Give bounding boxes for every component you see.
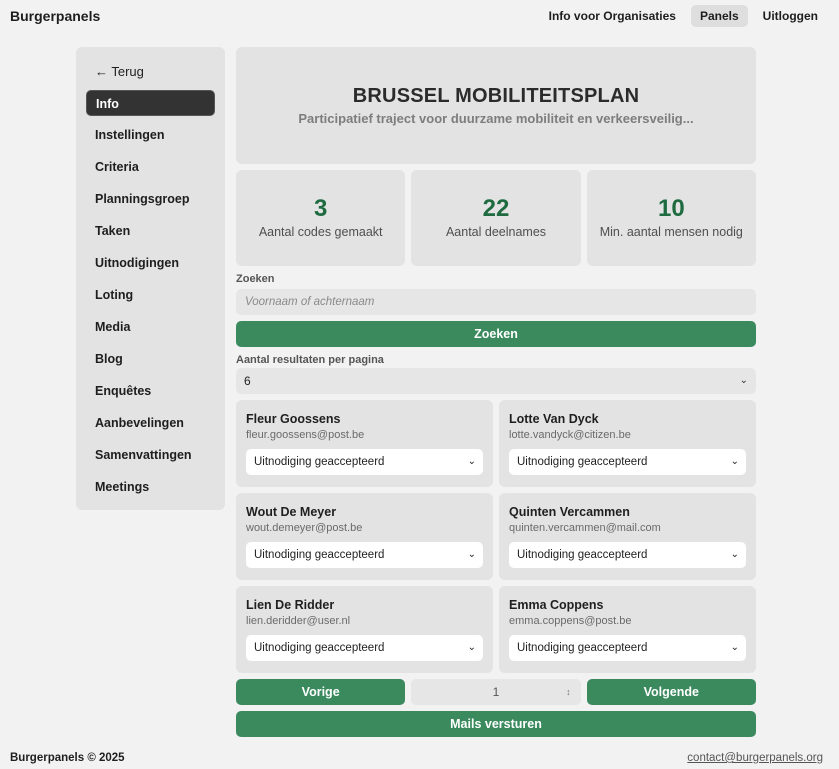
panel-header: BRUSSEL MOBILITEITSPLAN Participatief tr… [236, 47, 756, 164]
stat-value: 22 [482, 195, 510, 222]
participant-name: Lien De Ridder [246, 598, 335, 612]
participant-card: Fleur Goossens fleur.goossens@post.be Ui… [236, 400, 493, 487]
main-content: BRUSSEL MOBILITEITSPLAN Participatief tr… [236, 47, 756, 737]
participant-card: Wout De Meyer wout.demeyer@post.be Uitno… [236, 493, 493, 580]
brand-logo-text[interactable]: Burgerpanels [10, 8, 100, 24]
footer-contact-link[interactable]: contact@burgerpanels.org [687, 752, 823, 764]
participant-status-select[interactable]: Uitnodiging geaccepteerd ⌄ [509, 542, 746, 568]
page-title: BRUSSEL MOBILITEITSPLAN [352, 85, 640, 107]
stat-card-codes: 3 Aantal codes gemaakt [236, 170, 406, 266]
sidebar-item-uitnodigingen[interactable]: Uitnodigingen [86, 250, 215, 276]
search-button[interactable]: Zoeken [236, 321, 756, 347]
status-value: Uitnodiging geaccepteerd [517, 456, 648, 468]
search-label: Zoeken [236, 273, 275, 285]
participant-email: emma.coppens@post.be [509, 615, 632, 627]
chevron-down-icon: ⌄ [730, 456, 739, 467]
spinner-icon[interactable]: ↕ [566, 679, 571, 705]
stat-label: Min. aantal mensen nodig [599, 225, 743, 239]
nav-info-organisaties[interactable]: Info voor Organisaties [540, 5, 685, 27]
stat-value: 3 [313, 195, 328, 222]
participant-card: Quinten Vercammen quinten.vercammen@mail… [499, 493, 756, 580]
status-value: Uitnodiging geaccepteerd [517, 549, 648, 561]
pagination: Vorige 1 ↕ Volgende [236, 679, 756, 705]
sidebar-item-taken[interactable]: Taken [86, 218, 215, 244]
status-value: Uitnodiging geaccepteerd [254, 549, 385, 561]
participant-name: Quinten Vercammen [509, 505, 630, 519]
participant-status-select[interactable]: Uitnodiging geaccepteerd ⌄ [246, 542, 483, 568]
per-page-select[interactable]: 6 ⌄ [236, 368, 756, 394]
back-link[interactable]: ← Terug [86, 59, 215, 85]
sidebar-item-meetings[interactable]: Meetings [86, 474, 215, 500]
participant-name: Emma Coppens [509, 598, 604, 612]
status-value: Uitnodiging geaccepteerd [254, 642, 385, 654]
participant-card: Lien De Ridder lien.deridder@user.nl Uit… [236, 586, 493, 673]
sidebar-item-aanbevelingen[interactable]: Aanbevelingen [86, 410, 215, 436]
participant-name: Lotte Van Dyck [509, 412, 599, 426]
participant-grid: Fleur Goossens fleur.goossens@post.be Ui… [236, 400, 756, 673]
participant-status-select[interactable]: Uitnodiging geaccepteerd ⌄ [246, 635, 483, 661]
participant-email: quinten.vercammen@mail.com [509, 522, 661, 534]
sidebar-item-media[interactable]: Media [86, 314, 215, 340]
participant-card: Lotte Van Dyck lotte.vandyck@citizen.be … [499, 400, 756, 487]
sidebar-item-planningsgroep[interactable]: Planningsgroep [86, 186, 215, 212]
footer-copyright: Burgerpanels © 2025 [10, 752, 125, 764]
top-bar: Burgerpanels Info voor Organisaties Pane… [0, 0, 839, 32]
chevron-down-icon: ⌄ [467, 642, 476, 653]
nav-panels[interactable]: Panels [690, 5, 748, 27]
stat-card-min-mensen: 10 Min. aantal mensen nodig [586, 170, 756, 266]
participant-name: Wout De Meyer [246, 505, 337, 519]
chevron-down-icon: ⌄ [730, 549, 739, 560]
sidebar-item-criteria[interactable]: Criteria [86, 154, 215, 180]
participant-status-select[interactable]: Uitnodiging geaccepteerd ⌄ [246, 449, 483, 475]
stat-label: Aantal deelnames [445, 225, 547, 239]
search-input[interactable] [236, 289, 756, 315]
page-number: 1 [492, 685, 500, 699]
stat-value: 10 [657, 195, 685, 222]
participant-status-select[interactable]: Uitnodiging geaccepteerd ⌄ [509, 635, 746, 661]
nav-uitloggen[interactable]: Uitloggen [754, 5, 827, 27]
sidebar-item-enquetes[interactable]: Enquêtes [86, 378, 215, 404]
per-page-label: Aantal resultaten per pagina [236, 354, 384, 366]
per-page-value: 6 [244, 374, 251, 388]
chevron-down-icon: ⌄ [467, 456, 476, 467]
status-value: Uitnodiging geaccepteerd [517, 642, 648, 654]
chevron-down-icon: ⌄ [467, 549, 476, 560]
participant-email: lotte.vandyck@citizen.be [509, 429, 631, 441]
participant-card: Emma Coppens emma.coppens@post.be Uitnod… [499, 586, 756, 673]
stats-row: 3 Aantal codes gemaakt 22 Aantal deelnam… [236, 170, 756, 266]
send-mails-button[interactable]: Mails versturen [236, 711, 756, 737]
participant-email: fleur.goossens@post.be [246, 429, 365, 441]
participant-email: wout.demeyer@post.be [246, 522, 363, 534]
status-value: Uitnodiging geaccepteerd [254, 456, 385, 468]
sidebar-item-samenvattingen[interactable]: Samenvattingen [86, 442, 215, 468]
stat-label: Aantal codes gemaakt [258, 225, 383, 239]
sidebar-item-loting[interactable]: Loting [86, 282, 215, 308]
sidebar-item-info[interactable]: Info [86, 90, 215, 116]
stat-card-deelnames: 22 Aantal deelnames [411, 170, 581, 266]
previous-page-button[interactable]: Vorige [236, 679, 406, 705]
sidebar-item-instellingen[interactable]: Instellingen [86, 122, 215, 148]
top-nav: Info voor Organisaties Panels Uitloggen [540, 5, 827, 27]
chevron-down-icon: ⌄ [739, 375, 748, 386]
participant-status-select[interactable]: Uitnodiging geaccepteerd ⌄ [509, 449, 746, 475]
page-number-input[interactable]: 1 ↕ [411, 679, 581, 705]
page-subtitle: Participatief traject voor duurzame mobi… [298, 111, 694, 126]
participant-email: lien.deridder@user.nl [246, 615, 351, 627]
sidebar-item-blog[interactable]: Blog [86, 346, 215, 372]
sidebar: ← Terug Info Instellingen Criteria Plann… [76, 47, 225, 510]
participant-name: Fleur Goossens [246, 412, 341, 426]
chevron-down-icon: ⌄ [730, 642, 739, 653]
next-page-button[interactable]: Volgende [586, 679, 756, 705]
